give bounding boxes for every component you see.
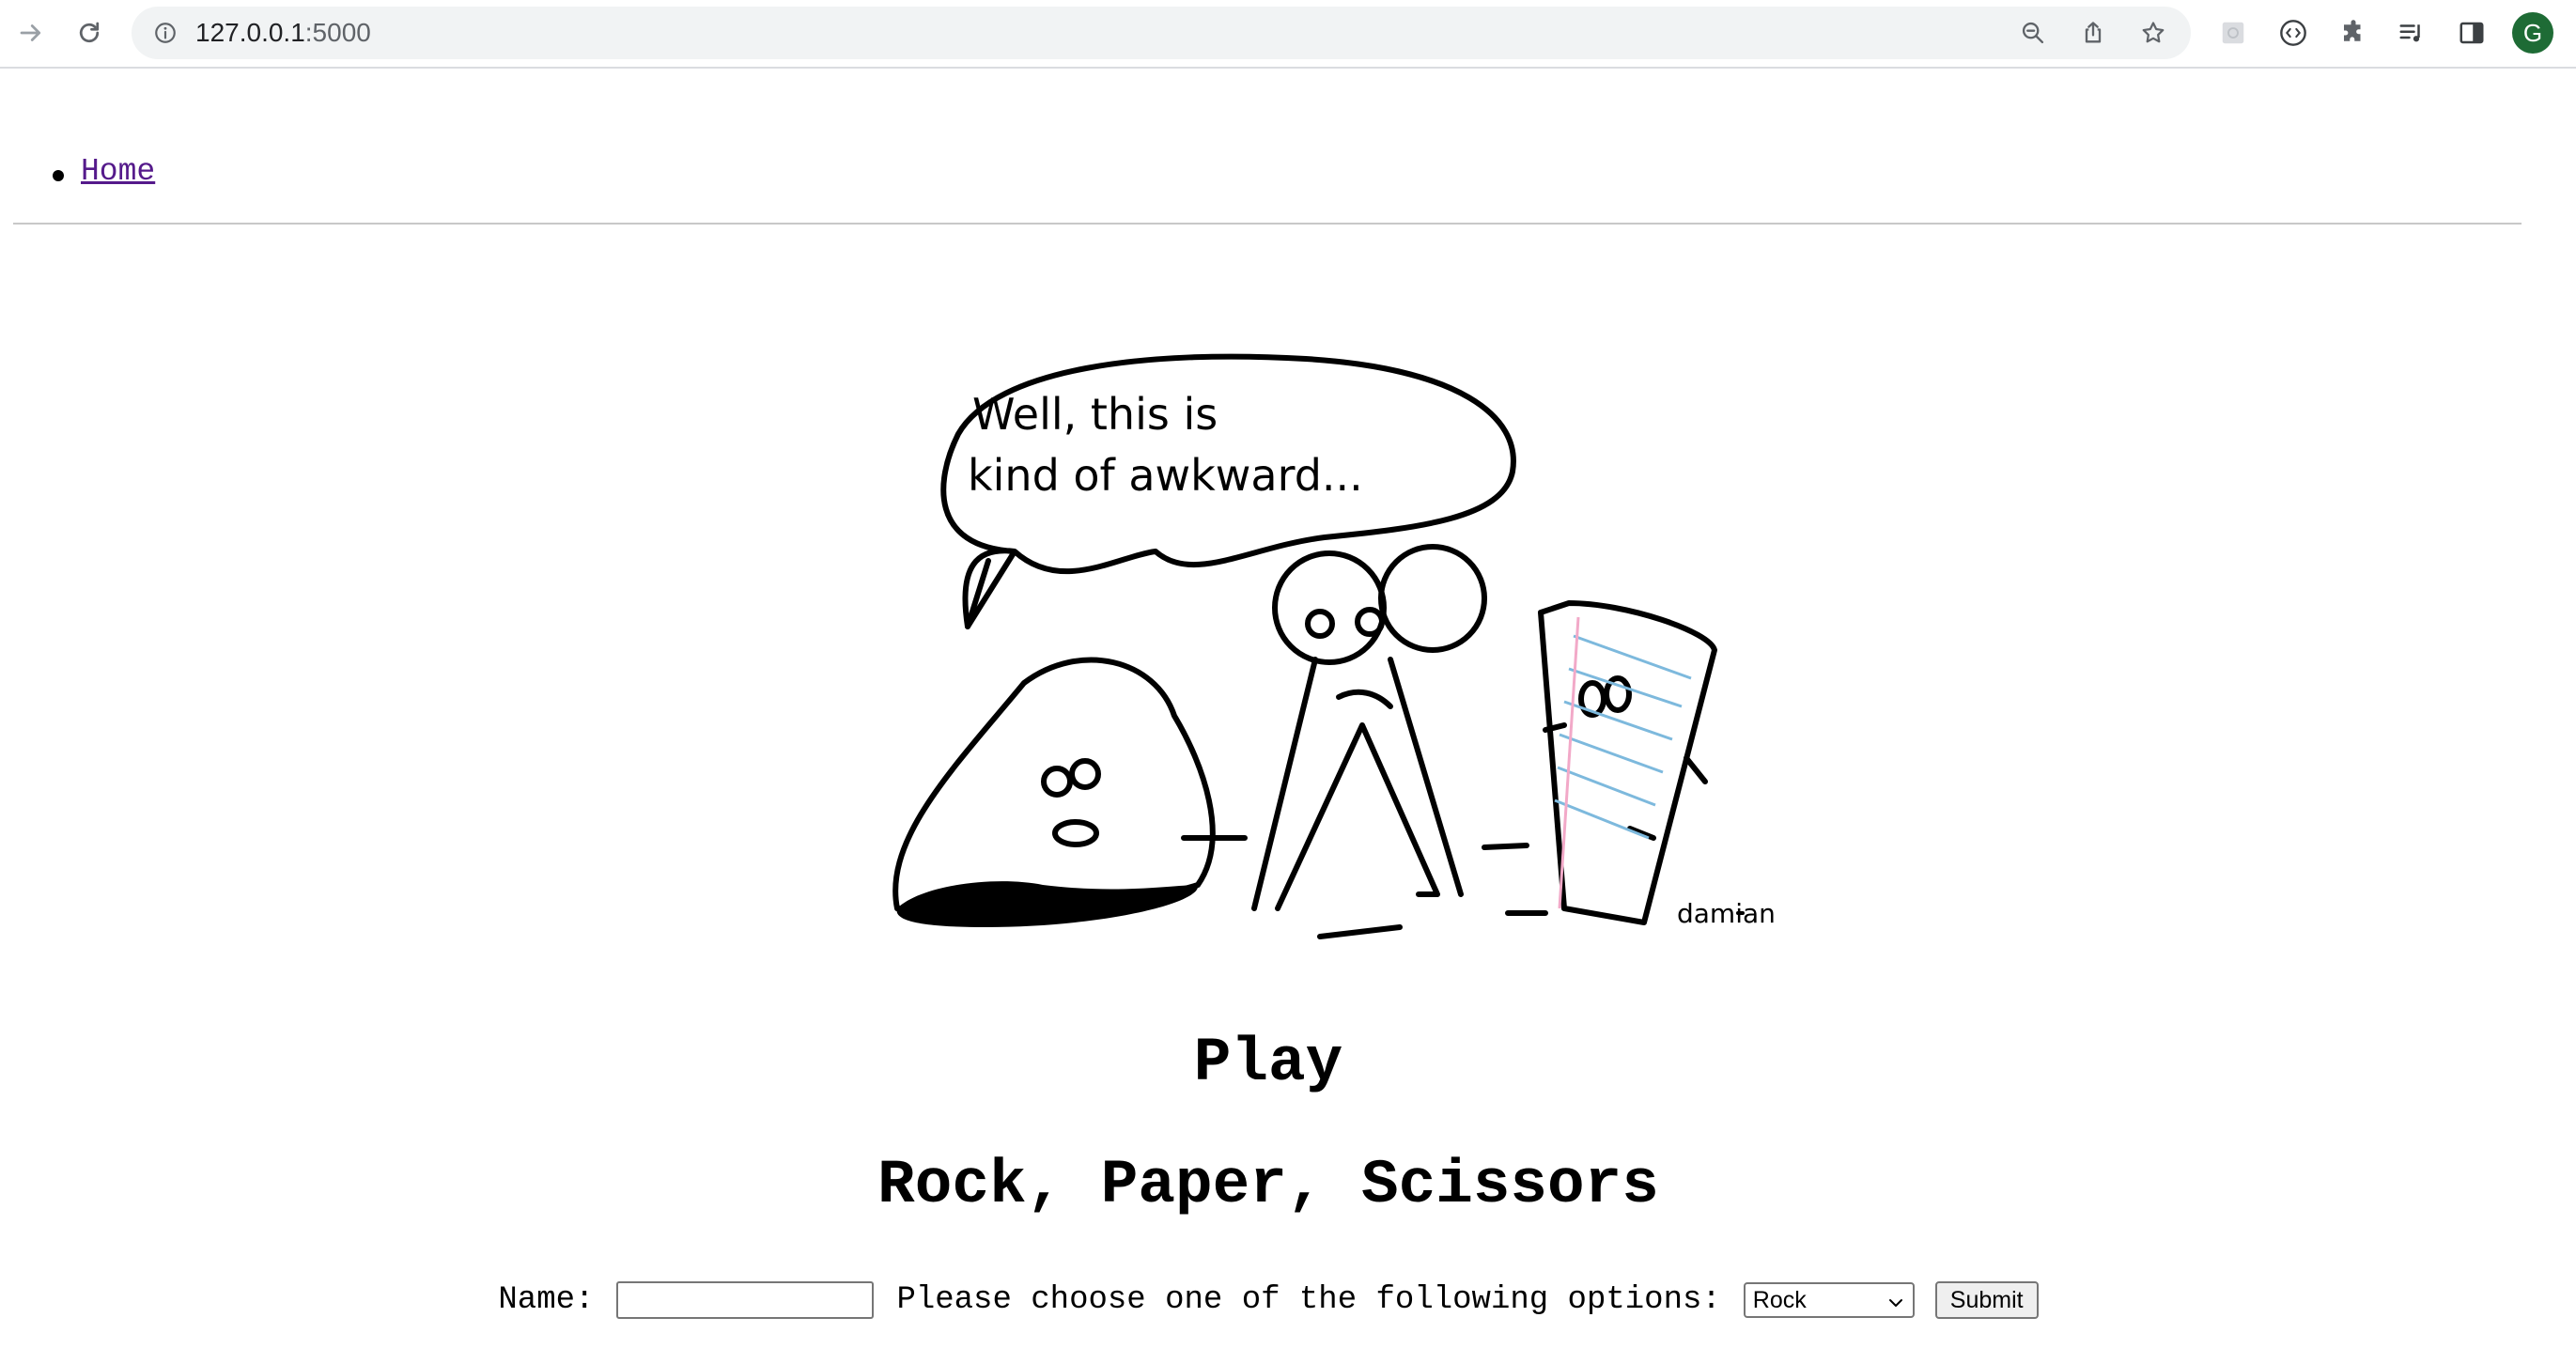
choose-option-label: Please choose one of the following optio… <box>896 1282 1721 1318</box>
url-text[interactable]: 127.0.0.1:5000 <box>195 7 371 59</box>
page-heading: Play <box>1193 1028 1343 1098</box>
submit-button[interactable]: Submit <box>1934 1281 2039 1319</box>
side-panel-icon[interactable] <box>2454 15 2490 51</box>
bookmark-star-icon[interactable] <box>2138 18 2168 48</box>
share-icon[interactable] <box>2078 18 2108 48</box>
site-info-icon[interactable] <box>150 18 180 48</box>
choice-select-value: Rock <box>1752 1286 1807 1313</box>
name-label: Name: <box>498 1282 595 1318</box>
rock-outline <box>892 657 1216 913</box>
list-bullet <box>53 170 64 181</box>
page-content: Home Well, this is kind of awkward... da… <box>0 68 2576 1364</box>
url-port: :5000 <box>304 18 371 47</box>
address-bar[interactable]: 127.0.0.1:5000 <box>132 7 2191 59</box>
paper-margin-line <box>1558 616 1580 909</box>
artist-signature: damian <box>1677 898 1776 929</box>
choice-select[interactable]: Rock <box>1743 1282 1915 1319</box>
zoom-icon[interactable] <box>2018 18 2048 48</box>
speech-line-1: Well, this is <box>972 389 1218 440</box>
horizontal-rule <box>13 223 2522 225</box>
url-host: 127.0.0.1 <box>195 18 305 47</box>
reload-icon[interactable] <box>71 15 107 51</box>
name-input[interactable] <box>616 1281 875 1319</box>
extensions-puzzle-icon[interactable] <box>2335 15 2371 51</box>
browser-toolbar: 127.0.0.1:5000 G <box>0 0 2576 69</box>
extension-code-icon[interactable] <box>2275 15 2311 51</box>
rock-shadow <box>896 881 1199 927</box>
media-controls-icon[interactable] <box>2394 15 2429 51</box>
extension-grid-icon[interactable] <box>2215 15 2251 51</box>
speech-line-2: kind of awkward... <box>968 450 1363 501</box>
play-form: Name: Please choose one of the following… <box>0 1274 2537 1326</box>
game-title: Rock, Paper, Scissors <box>877 1150 1659 1220</box>
chevron-down-icon <box>1886 1292 1905 1319</box>
profile-avatar[interactable]: G <box>2512 12 2553 54</box>
forward-icon[interactable] <box>13 15 49 51</box>
home-link[interactable]: Home <box>81 154 155 189</box>
scissors-blades <box>1251 657 1464 911</box>
rock-paper-scissors-cartoon: Well, this is kind of awkward... damian <box>892 353 1776 939</box>
